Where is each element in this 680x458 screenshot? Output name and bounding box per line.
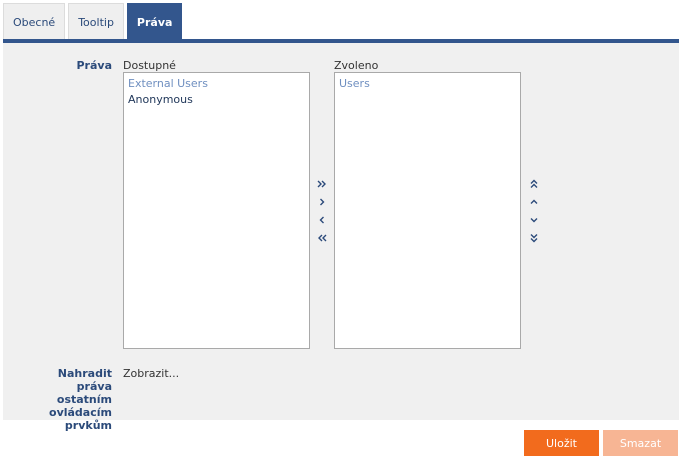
move-right-button[interactable] (315, 195, 329, 209)
chevron-down-icon (530, 218, 538, 223)
tab-general-label: Obecné (13, 15, 56, 29)
selected-caption: Zvoleno (334, 59, 379, 72)
show-link[interactable]: Zobrazit... (123, 367, 179, 380)
replace-rights-label-line: Nahradit práva (57, 367, 112, 393)
replace-rights-label-line: ostatním (56, 393, 112, 406)
move-all-right-button[interactable] (315, 177, 329, 191)
move-all-left-button[interactable] (315, 231, 329, 245)
available-list[interactable]: External Users Anonymous (123, 72, 310, 349)
replace-rights-label-line: prvkům (64, 419, 112, 432)
chevron-left-icon (319, 216, 324, 224)
selected-list[interactable]: Users (334, 72, 521, 349)
chevron-up-icon (530, 199, 538, 204)
double-chevron-right-icon (317, 180, 326, 188)
tab-bar: Obecné Tooltip Práva (3, 3, 185, 40)
tab-tooltip[interactable]: Tooltip (68, 3, 124, 40)
move-top-button[interactable] (527, 177, 541, 191)
replace-rights-label-line: ovládacím (49, 406, 112, 419)
save-button-label: Uložit (546, 436, 577, 450)
list-item[interactable]: External Users (128, 76, 305, 92)
move-down-button[interactable] (527, 213, 541, 227)
rights-label: Práva (76, 59, 112, 72)
available-caption: Dostupné (123, 59, 176, 72)
move-left-button[interactable] (315, 213, 329, 227)
tab-general[interactable]: Obecné (3, 3, 66, 40)
move-bottom-button[interactable] (527, 231, 541, 245)
tab-rights[interactable]: Práva (126, 3, 183, 40)
double-chevron-up-icon (530, 179, 538, 188)
rights-panel: Práva Dostupné Zvoleno External Users An… (3, 43, 679, 432)
tab-tooltip-label: Tooltip (78, 15, 114, 29)
list-item[interactable]: Anonymous (128, 92, 305, 108)
delete-button[interactable]: Smazat (603, 430, 678, 456)
tab-rights-label: Práva (136, 15, 173, 29)
replace-rights-label: Nahradit práva ostatním ovládacím prvkům (23, 367, 112, 432)
save-button[interactable]: Uložit (524, 430, 599, 456)
list-item[interactable]: Users (339, 76, 516, 92)
double-chevron-left-icon (318, 234, 327, 242)
chevron-right-icon (320, 198, 325, 206)
double-chevron-down-icon (530, 234, 538, 243)
move-up-button[interactable] (527, 195, 541, 209)
delete-button-label: Smazat (619, 436, 662, 450)
